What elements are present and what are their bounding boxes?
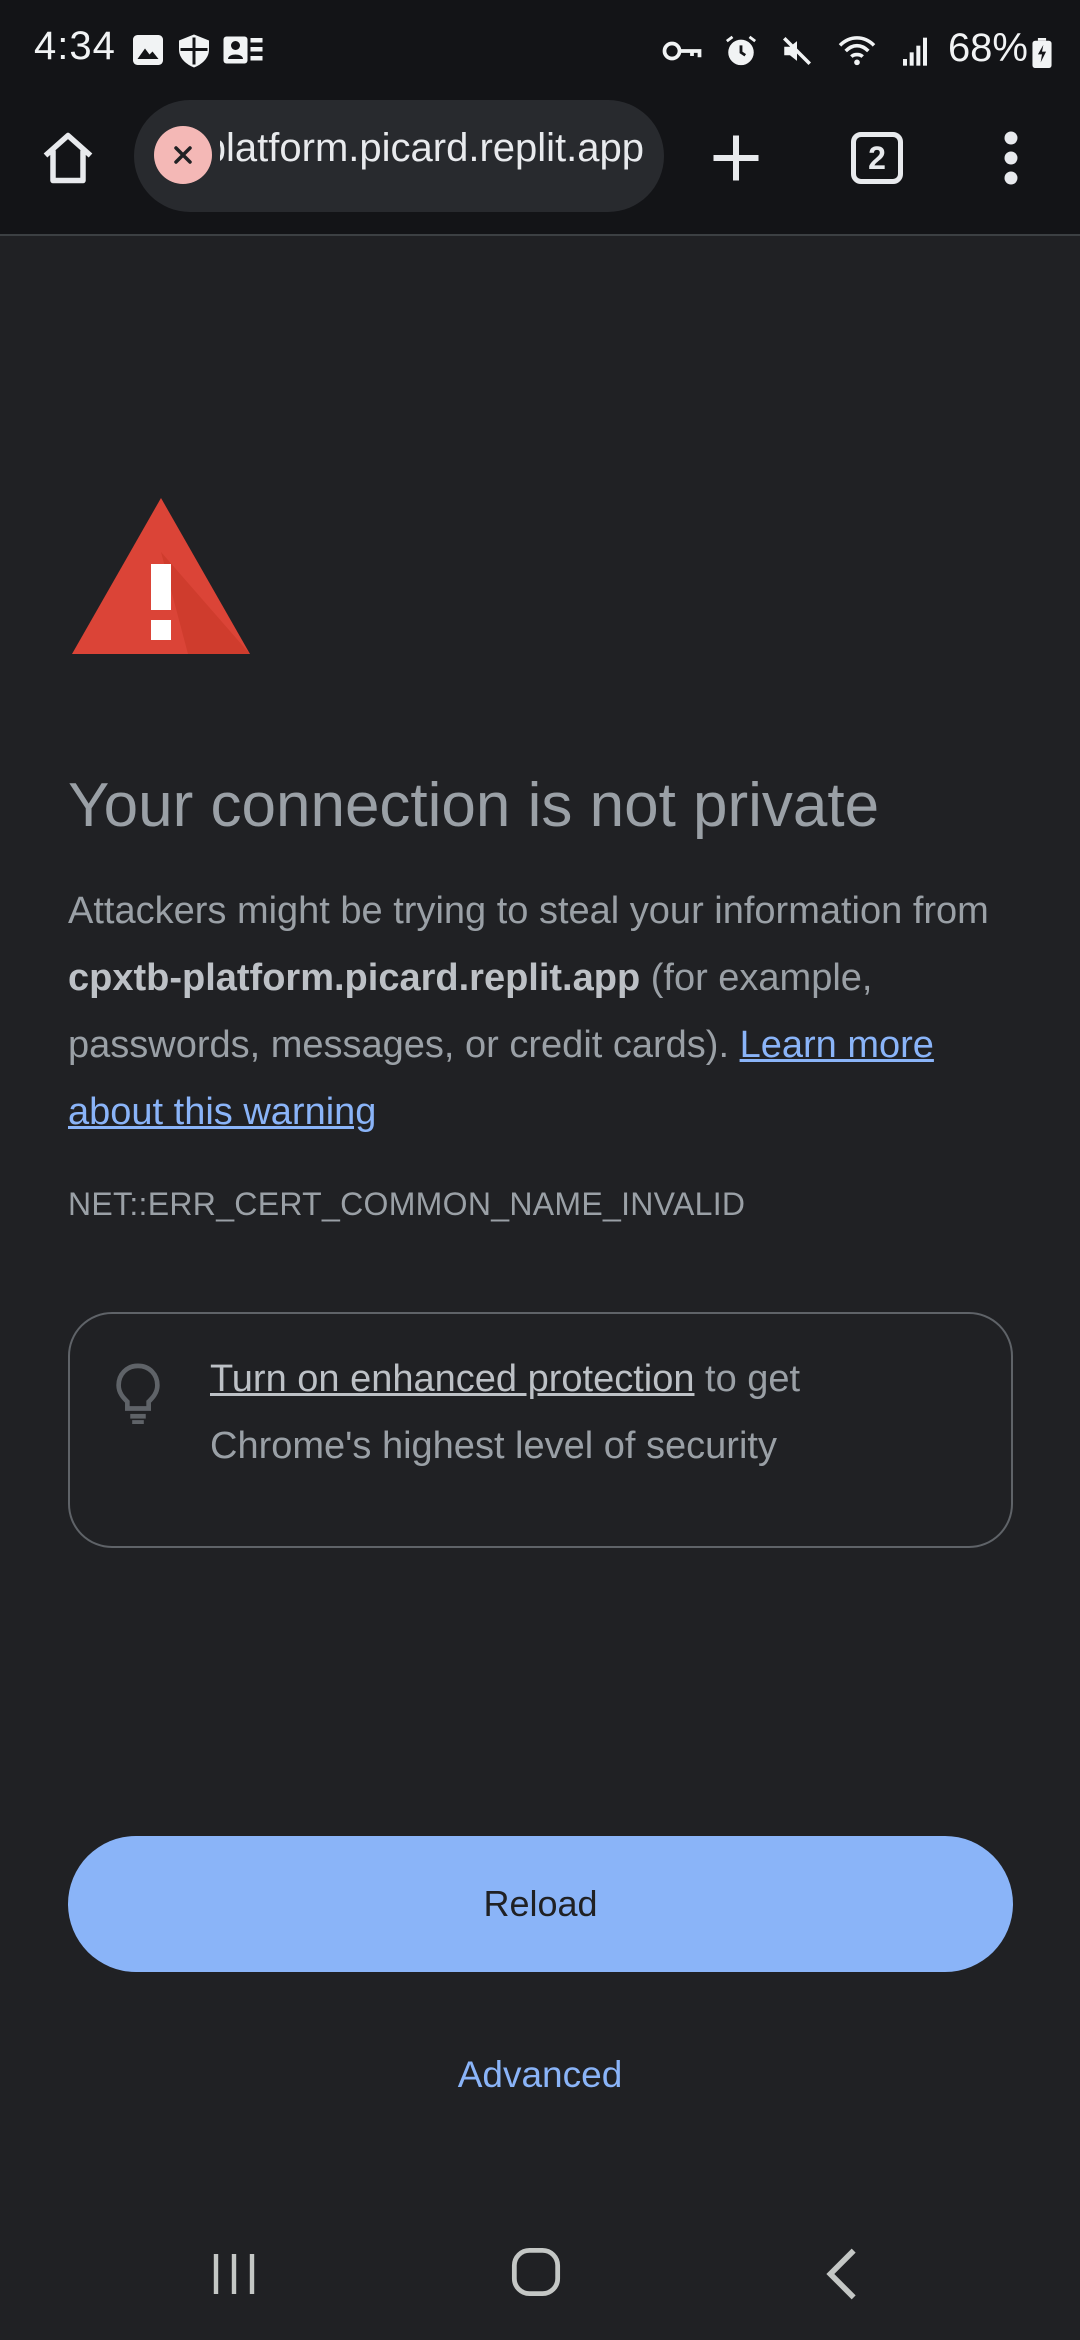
site-domain: cpxtb-platform.picard.replit.app	[68, 957, 641, 999]
status-left-icons	[130, 32, 264, 70]
recents-icon[interactable]	[210, 2250, 258, 2298]
back-icon[interactable]	[822, 2246, 862, 2302]
enhanced-protection-card: Turn on enhanced protection to get Chrom…	[68, 1312, 1013, 1548]
system-nav-bar	[0, 2220, 1080, 2340]
advanced-button[interactable]: Advanced	[0, 2054, 1080, 2096]
tab-switcher-button[interactable]: 2	[851, 132, 903, 184]
battery-icon	[1032, 38, 1052, 68]
vpn-key-icon	[662, 41, 702, 61]
reload-button[interactable]: Reload	[68, 1836, 1013, 1972]
omnibox[interactable]: cpxtb-platform.picard.replit.app	[134, 100, 664, 212]
status-time: 4:34	[34, 24, 116, 68]
status-bar: 4:34 68%	[0, 0, 1080, 100]
alarm-icon	[725, 35, 757, 66]
lightbulb-icon	[116, 1363, 160, 1424]
battery-percent: 68%	[947, 26, 1028, 70]
home-icon[interactable]	[38, 128, 98, 188]
url-text[interactable]: cpxtb-platform.picard.replit.app	[220, 126, 644, 171]
enhanced-protection-text: Turn on enhanced protection to get Chrom…	[210, 1346, 950, 1480]
enhanced-protection-link[interactable]: Turn on enhanced protection	[210, 1358, 694, 1400]
desc-prefix: Attackers might be trying to steal your …	[68, 890, 989, 932]
tab-count: 2	[868, 139, 886, 176]
more-menu-icon[interactable]	[996, 128, 1026, 188]
warning-triangle-icon	[72, 498, 250, 654]
new-tab-icon[interactable]	[706, 128, 766, 188]
browser-toolbar: cpxtb-platform.picard.replit.app 2	[0, 100, 1080, 236]
not-secure-icon[interactable]	[154, 126, 212, 184]
mute-icon	[782, 36, 812, 66]
home-nav-icon[interactable]	[510, 2246, 562, 2298]
account-icon	[223, 36, 263, 64]
signal-icon	[903, 37, 927, 66]
warning-description: Attackers might be trying to steal your …	[68, 878, 1028, 1146]
page-title: Your connection is not private	[68, 771, 880, 840]
status-right-icons	[662, 34, 930, 68]
wifi-icon	[838, 36, 876, 66]
shield-icon	[179, 34, 209, 68]
gallery-icon	[133, 35, 163, 65]
error-code: NET::ERR_CERT_COMMON_NAME_INVALID	[68, 1186, 746, 1222]
